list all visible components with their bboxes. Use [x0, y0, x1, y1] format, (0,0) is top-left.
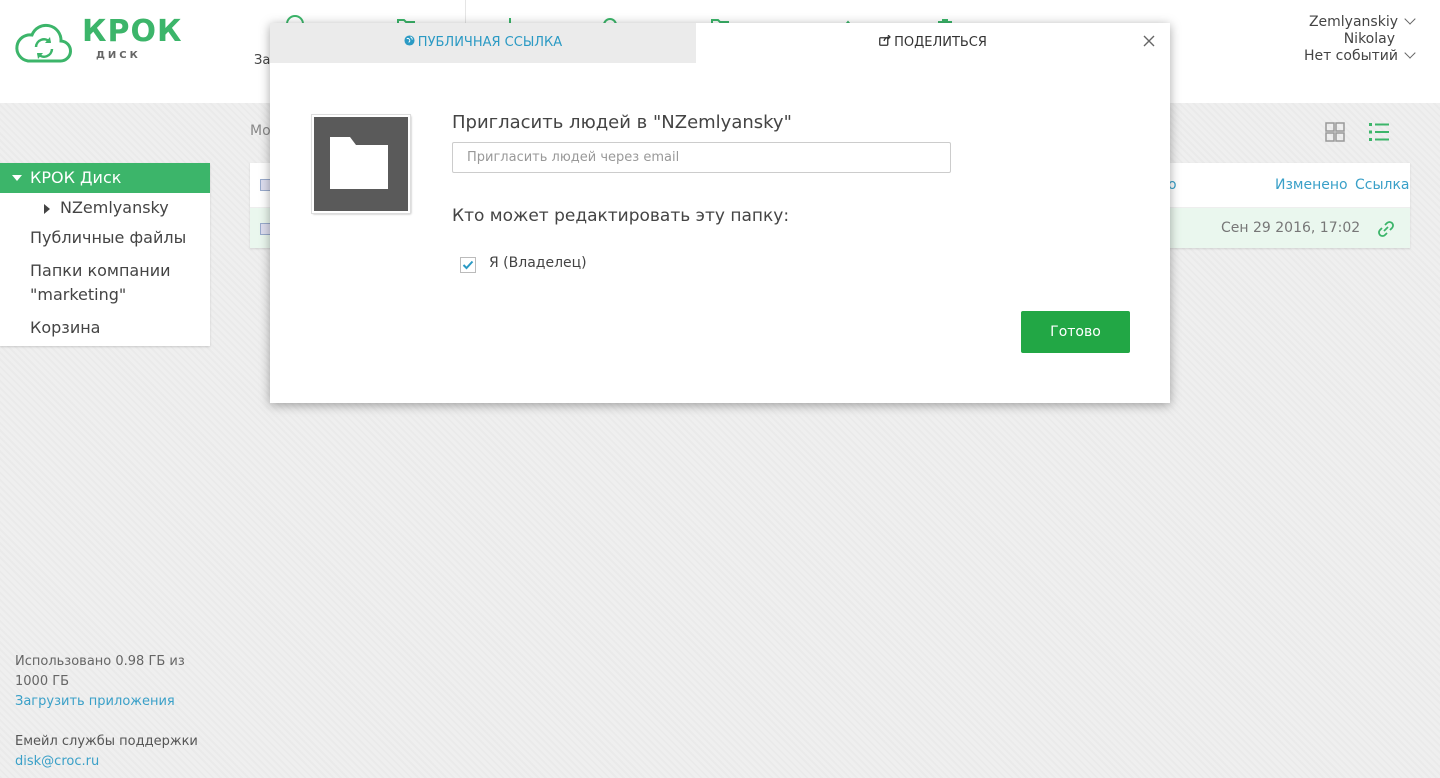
owner-label: Я (Владелец) [489, 255, 587, 271]
user-menu[interactable]: Zemlyanskiy Nikolay Нет событий [1304, 13, 1416, 65]
chevron-down-icon[interactable] [1404, 47, 1416, 59]
column-header-link[interactable]: Ссылка [1355, 177, 1410, 193]
sidebar-item-public-files[interactable]: Публичные файлы [30, 226, 205, 250]
logo-subtitle: ДИСК [96, 50, 141, 61]
link-icon[interactable] [1376, 219, 1396, 239]
storage-usage-text: Использовано 0.98 ГБ из 1000 ГБ [15, 654, 185, 689]
checkmark-icon [462, 260, 474, 270]
logo[interactable]: КРОК ДИСК [14, 14, 204, 68]
caret-right-icon[interactable] [44, 203, 50, 214]
tab-share[interactable]: ПОДЕЛИТЬСЯ [696, 23, 1170, 63]
globe-icon [404, 35, 415, 46]
edit-permissions-title: Кто может редактировать эту папку: [452, 206, 790, 226]
support-info: Емейл службы поддержки disk@croc.ru [15, 732, 215, 772]
invite-title: Пригласить людей в "NZemlyansky" [452, 112, 792, 133]
storage-usage: Использовано 0.98 ГБ из 1000 ГБ Загрузит… [15, 652, 205, 712]
share-external-icon [879, 35, 891, 46]
cloud-sync-icon [15, 23, 72, 63]
user-name: Nikolay [1343, 31, 1395, 47]
invite-email-input[interactable] [452, 142, 951, 173]
done-button[interactable]: Готово [1021, 311, 1130, 353]
caret-down-icon[interactable] [12, 174, 22, 181]
tab-label: ПУБЛИЧНАЯ ССЫЛКА [417, 35, 563, 50]
username[interactable]: Zemlyanskiy [1309, 14, 1398, 30]
tab-label: ПОДЕЛИТЬСЯ [894, 35, 987, 50]
owner-checkbox[interactable] [460, 257, 476, 273]
share-dialog: ПУБЛИЧНАЯ ССЫЛКА ПОДЕЛИТЬСЯ Пригласить л… [270, 23, 1170, 403]
download-apps-link[interactable]: Загрузить приложения [15, 692, 205, 712]
breadcrumb[interactable]: Мо [250, 123, 271, 139]
sidebar-item-trash[interactable]: Корзина [30, 316, 205, 340]
toolbar-upload-label[interactable]: За [254, 53, 270, 68]
events-label[interactable]: Нет событий [1304, 48, 1398, 64]
sidebar-item-label: КРОК Диск [30, 168, 122, 187]
chevron-down-icon[interactable] [1404, 13, 1416, 25]
list-view-icon[interactable] [1368, 122, 1390, 142]
folder-thumbnail [311, 114, 411, 214]
sidebar: КРОК Диск NZemlyansky Публичные файлы Па… [0, 163, 210, 346]
sidebar-item-krok-disk[interactable]: КРОК Диск [0, 163, 210, 193]
column-header-modified[interactable]: Изменено [1275, 177, 1348, 193]
row-modified-date: Сен 29 2016, 17:02 [1221, 220, 1361, 236]
sidebar-item-label: NZemlyansky [60, 198, 169, 217]
support-label: Емейл службы поддержки [15, 734, 198, 749]
sidebar-item-nzemlyansky[interactable]: NZemlyansky [44, 196, 204, 220]
folder-icon [330, 137, 388, 189]
close-icon[interactable] [1142, 34, 1156, 48]
grid-view-icon[interactable] [1325, 122, 1345, 142]
sidebar-item-company-folders[interactable]: Папки компании "marketing" [30, 259, 205, 307]
tab-public-link[interactable]: ПУБЛИЧНАЯ ССЫЛКА [270, 23, 696, 63]
support-email-link[interactable]: disk@croc.ru [15, 752, 215, 772]
logo-wordmark: КРОК [82, 14, 183, 49]
